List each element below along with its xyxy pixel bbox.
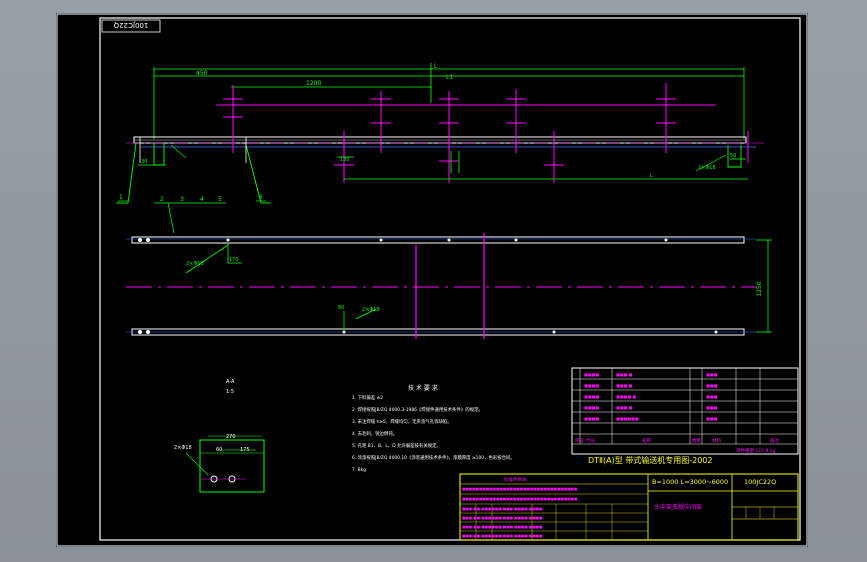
callout-6: 6 bbox=[259, 194, 263, 201]
dim-d3: 170 bbox=[229, 257, 239, 263]
change-block-heading: 标准件目录 bbox=[504, 476, 527, 483]
svg-text:■■■: ■■■ bbox=[706, 383, 718, 388]
part-name: 头中架支腿中间架 bbox=[654, 503, 702, 511]
tech-requirements: 技 术 要 求 1. 下料偏差 ±2 2. 焊接按照JB/ZQ 4000.3-1… bbox=[352, 384, 515, 473]
svg-text:■■■: ■■■ bbox=[706, 405, 718, 410]
svg-text:■■■■ ■: ■■■■ ■ bbox=[616, 394, 636, 399]
section-label: A-A bbox=[226, 379, 235, 385]
dim-d-c: 30 bbox=[141, 159, 147, 165]
dim-d-g: 60 bbox=[216, 447, 222, 453]
svg-text:■■■ ■■ ■■■■■■ ■■■ ■■■■ ■■: ■■■ ■■ ■■■■■■ ■■■ ■■■■ ■■■■ bbox=[462, 516, 543, 520]
svg-text:■■■ ■■ ■■■■■■ ■■■ ■■■■ ■■: ■■■ ■■ ■■■■■■ ■■■ ■■■■ ■■■■ bbox=[462, 525, 543, 529]
svg-text:■■■ ■: ■■■ ■ bbox=[616, 383, 633, 388]
plan-view: 1250 170 2×Φ18 2×Φ18 80 bbox=[126, 233, 772, 339]
bom-table: ■■■■ ■■■ ■ ■■■ ■■■■ ■■■ ■ ■■■ ■■■■ ■■■■ ■ ■■■ … bbox=[571, 367, 799, 455]
dim-d2: 1200 bbox=[306, 80, 321, 87]
bom-h-remark: 备注 bbox=[770, 437, 779, 444]
tech-req-5: 5. 孔距 B1、B、L、D 允许偏差按有关规定。 bbox=[352, 442, 441, 449]
tech-req-2: 2. 焊接按照JB/ZQ 4000.3-1986《焊接件通用技术条件》的规定。 bbox=[352, 406, 483, 413]
svg-text:■■■■: ■■■■ bbox=[584, 394, 599, 399]
section-detail: A-A 1:5 270 60 175 2×Φ18 bbox=[174, 379, 265, 493]
spec-text: B=1000 L=3000~6000 bbox=[652, 478, 728, 486]
callout-1: 1 bbox=[119, 194, 123, 201]
svg-text:■■■ ■: ■■■ ■ bbox=[616, 372, 633, 377]
outer-border bbox=[56, 13, 808, 547]
svg-text:■■■ ■■ ■■■■■■ ■■■ ■■■■ ■■: ■■■ ■■ ■■■■■■ ■■■ ■■■■ ■■■■ bbox=[462, 534, 543, 538]
svg-text:■■■■: ■■■■ bbox=[584, 372, 599, 377]
dim-d-a: 130 bbox=[340, 157, 350, 163]
bom-footer: 单件重量 122.8 kg bbox=[736, 447, 775, 454]
bom-h-name: 名称 bbox=[642, 437, 651, 444]
dim-lower-l: L bbox=[650, 173, 653, 179]
dim-hole-detail: 2×Φ18 bbox=[174, 445, 192, 451]
dim-d4: 1250 bbox=[756, 281, 763, 296]
callout-3: 3 bbox=[180, 196, 184, 203]
dim-hole-3: 2×Φ18 bbox=[362, 307, 380, 313]
svg-text:■■■ ■: ■■■ ■ bbox=[616, 405, 633, 410]
drawing-number: 100JC22Q bbox=[744, 478, 776, 486]
dim-d-f: 270 bbox=[226, 434, 236, 440]
tech-req-3: 3. 未注焊缝 h≥5，焊缝均匀，无夹渣气孔等缺陷。 bbox=[352, 418, 452, 425]
title-block: 标准件目录 ■■■■■■■■■■■■■■■■■■■■■■■■■■■■■■■■■■… bbox=[459, 473, 799, 541]
dim-d-d: 50 bbox=[730, 153, 736, 159]
svg-text:■■■■■■■■■■■■■■■■■■■■■■■■■■■■■■: ■■■■■■■■■■■■■■■■■■■■■■■■■■■■■■■■■■ bbox=[462, 487, 578, 491]
dim-l1: L1 bbox=[446, 74, 453, 81]
svg-text:■■■: ■■■ bbox=[706, 394, 718, 399]
code-stamp: 100JC22Q bbox=[101, 19, 161, 33]
dim-hole-1: 2×Φ18 bbox=[698, 165, 716, 171]
svg-text:■■■ ■■ ■■■■■■ ■■■ ■■■■ ■■: ■■■ ■■ ■■■■■■ ■■■ ■■■■ ■■■■ bbox=[462, 507, 543, 511]
callout-2: 2 bbox=[160, 196, 164, 203]
svg-text:■■■■■■■■■■■■■■■■■■■■■■■■■■■■■■: ■■■■■■■■■■■■■■■■■■■■■■■■■■■■■■■■■■ bbox=[462, 497, 578, 501]
bom-h-material: 材料 bbox=[712, 437, 721, 444]
dim-d1: 450 bbox=[196, 70, 208, 77]
drawing-sheet: 100JC22Q L L1 450 1200 130 L 30 50 2×Φ18… bbox=[56, 13, 808, 547]
svg-text:■■■: ■■■ bbox=[706, 416, 718, 421]
dim-hole-2: 2×Φ18 bbox=[186, 261, 204, 267]
bom-h-code: 代号 bbox=[586, 437, 595, 444]
svg-text:■■■■: ■■■■ bbox=[584, 405, 599, 410]
svg-text:■■■■: ■■■■ bbox=[584, 383, 599, 388]
tech-req-6: 6. 涂漆按照JB/ZQ 4000.10《涂装通用技术条件》，漆膜厚度 ≥100… bbox=[352, 454, 515, 461]
drawing-canvas[interactable]: 100JC22Q L L1 450 1200 130 L 30 50 2×Φ18… bbox=[56, 13, 808, 547]
svg-text:■■■: ■■■ bbox=[706, 372, 718, 377]
svg-text:■■■■■■: ■■■■■■ bbox=[616, 416, 639, 421]
bom-h-no: 序号 bbox=[575, 437, 584, 444]
section-scale: 1:5 bbox=[226, 389, 234, 395]
tech-req-4: 4. 去毛刺，锐边倒钝。 bbox=[352, 430, 397, 437]
callout-5: 5 bbox=[218, 196, 222, 203]
tech-req-1: 1. 下料偏差 ±2 bbox=[352, 394, 383, 401]
dim-d-e: 80 bbox=[338, 305, 344, 311]
dim-d-b: 175 bbox=[240, 447, 250, 453]
bom-h-qty: 数量 bbox=[692, 437, 701, 444]
callout-4: 4 bbox=[200, 196, 204, 203]
svg-text:■■■■: ■■■■ bbox=[584, 416, 599, 421]
code-stamp-text: 100JC22Q bbox=[113, 21, 148, 29]
title-line: DTⅡ(A)型 带式输送机专用图-2002 bbox=[588, 455, 713, 465]
tech-req-heading: 技 术 要 求 bbox=[408, 384, 438, 392]
tech-req-7: 7. Bkg bbox=[352, 467, 366, 473]
cad-viewport: 100JC22Q L L1 450 1200 130 L 30 50 2×Φ18… bbox=[0, 0, 867, 562]
elevation-view: L L1 450 1200 130 L 30 50 2×Φ18 1 2 3 4 … bbox=[116, 63, 766, 234]
